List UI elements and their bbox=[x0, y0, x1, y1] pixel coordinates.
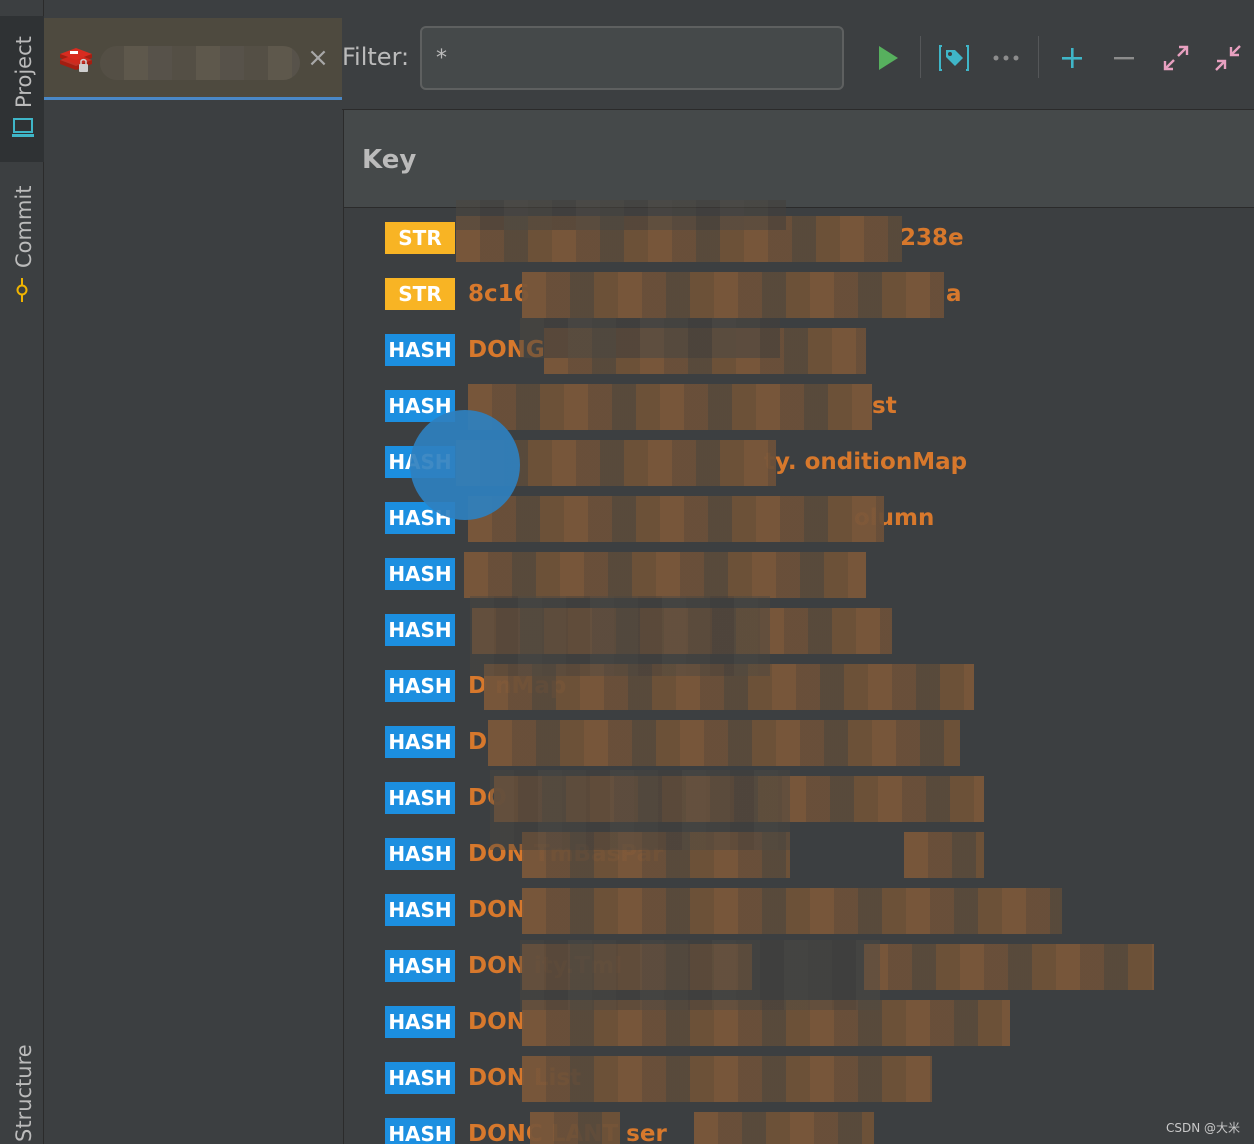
column-header-key[interactable]: Key bbox=[362, 145, 416, 175]
obscured-region bbox=[468, 496, 884, 542]
key-name: D bbox=[468, 729, 488, 755]
type-badge: HASH bbox=[385, 1006, 455, 1038]
table-row[interactable]: HASH DO bbox=[344, 770, 1254, 826]
obscured-region bbox=[694, 1112, 874, 1144]
remove-icon[interactable] bbox=[1104, 38, 1144, 78]
key-filter-toolbar: Filter: bbox=[342, 0, 1254, 110]
obscured-region bbox=[470, 596, 770, 676]
key-name: 8c16 bbox=[468, 281, 530, 307]
commit-tool-button[interactable]: Commit bbox=[0, 172, 44, 312]
obscured-region bbox=[468, 384, 872, 430]
run-icon[interactable] bbox=[868, 38, 908, 78]
type-badge: HASH bbox=[385, 334, 455, 366]
structure-tool-label: Structure bbox=[12, 1044, 36, 1142]
add-icon[interactable] bbox=[1052, 38, 1092, 78]
tag-icon[interactable] bbox=[934, 38, 974, 78]
obscured-region bbox=[520, 940, 880, 1010]
obscured-region bbox=[522, 1056, 932, 1102]
obscured-region bbox=[522, 888, 1062, 934]
type-badge: HASH bbox=[385, 1118, 455, 1144]
type-badge: STR bbox=[385, 222, 455, 254]
connections-panel: × bbox=[44, 0, 342, 1144]
type-badge: HASH bbox=[385, 726, 455, 758]
redis-connection-icon bbox=[60, 48, 92, 72]
type-badge: STR bbox=[385, 278, 455, 310]
key-name: DON bbox=[468, 1009, 526, 1035]
key-name: 238e bbox=[900, 225, 964, 251]
table-row[interactable]: HASH DON bbox=[344, 882, 1254, 938]
project-tool-label: Project bbox=[12, 36, 36, 108]
obscured-region bbox=[488, 720, 960, 766]
obscured-region bbox=[522, 272, 944, 318]
key-name-suffix: a bbox=[946, 281, 962, 307]
obscured-region bbox=[490, 770, 790, 850]
table-row[interactable]: HASH DONC LANT ser bbox=[344, 1106, 1254, 1144]
more-icon[interactable] bbox=[986, 38, 1026, 78]
table-row[interactable]: HASH DONG bbox=[344, 322, 1254, 378]
connection-tab[interactable]: × bbox=[44, 18, 342, 100]
close-tab-icon[interactable]: × bbox=[306, 42, 330, 74]
obscured-region bbox=[864, 944, 1154, 990]
table-row[interactable]: HASH D bbox=[344, 714, 1254, 770]
filter-input[interactable] bbox=[420, 26, 844, 90]
type-badge: HASH bbox=[385, 614, 455, 646]
filter-label: Filter: bbox=[342, 43, 410, 71]
type-badge: HASH bbox=[385, 838, 455, 870]
toolbar-separator bbox=[1038, 36, 1039, 78]
type-badge: HASH bbox=[385, 950, 455, 982]
watermark: CSDN @大米 bbox=[1165, 1121, 1240, 1135]
type-badge: HASH bbox=[385, 558, 455, 590]
table-row[interactable]: STR 8c16 a bbox=[344, 266, 1254, 322]
type-badge: HASH bbox=[385, 894, 455, 926]
expand-icon[interactable] bbox=[1156, 38, 1196, 78]
redis-explorer-window: Project Commit Structure × Filter: * Key… bbox=[0, 0, 1254, 1144]
project-tool-button[interactable]: Project bbox=[0, 16, 44, 162]
key-name: DON bbox=[468, 897, 526, 923]
key-name: ty. onditionMap bbox=[764, 449, 968, 475]
commit-tool-label: Commit bbox=[12, 185, 36, 269]
commit-icon bbox=[16, 278, 28, 302]
structure-tool-button[interactable]: Structure bbox=[0, 1030, 44, 1144]
obscured-region bbox=[464, 552, 866, 598]
obscured-region bbox=[456, 200, 786, 230]
floating-avatar-obscured bbox=[410, 410, 520, 520]
table-header: Key bbox=[344, 110, 1254, 208]
collapse-icon[interactable] bbox=[1208, 38, 1248, 78]
table-row[interactable]: HASH DON TmBasPar bbox=[344, 826, 1254, 882]
tool-window-strip: Project Commit Structure bbox=[0, 0, 44, 1144]
type-badge: HASH bbox=[385, 670, 455, 702]
type-badge: HASH bbox=[385, 1062, 455, 1094]
obscured-region bbox=[904, 832, 984, 878]
obscured-region bbox=[520, 318, 780, 358]
key-name: st bbox=[872, 393, 897, 419]
table-row[interactable]: HASH bbox=[344, 546, 1254, 602]
obscured-region bbox=[530, 1112, 620, 1144]
toolbar-separator bbox=[920, 36, 921, 78]
connection-name-obscured bbox=[100, 46, 300, 80]
table-row[interactable]: HASH DON List bbox=[344, 1050, 1254, 1106]
monitor-icon bbox=[12, 118, 34, 137]
type-badge: HASH bbox=[385, 782, 455, 814]
